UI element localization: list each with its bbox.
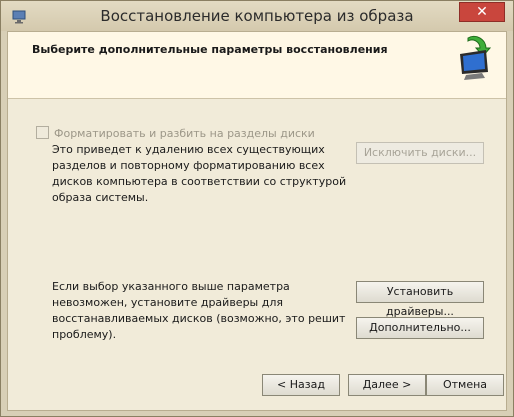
format-disks-option: Форматировать и разбить на разделы диски (36, 126, 315, 140)
format-disks-checkbox[interactable] (36, 126, 49, 139)
cancel-button[interactable]: Отмена (426, 374, 504, 396)
wizard-header: Выберите дополнительные параметры восста… (8, 32, 506, 99)
next-button[interactable]: Далее > (348, 374, 426, 396)
exclude-disks-button[interactable]: Исключить диски... (356, 142, 484, 164)
format-description: Это приведет к удалению всех существующи… (52, 143, 347, 204)
drivers-description: Если выбор указанного выше параметра нев… (52, 280, 346, 341)
format-disks-label: Форматировать и разбить на разделы диски (54, 127, 315, 140)
restore-wizard-window: Восстановление компьютера из образа ✕ Вы… (0, 0, 514, 417)
close-button[interactable]: ✕ (459, 2, 505, 22)
window-title: Восстановление компьютера из образа (100, 7, 414, 25)
page-title: Выберите дополнительные параметры восста… (32, 43, 388, 56)
title-bar[interactable]: Восстановление компьютера из образа ✕ (1, 1, 513, 31)
wizard-content: Выберите дополнительные параметры восста… (7, 31, 507, 411)
advanced-button[interactable]: Дополнительно... (356, 317, 484, 339)
back-button[interactable]: < Назад (262, 374, 340, 396)
monitor-restore-icon (460, 35, 492, 80)
install-drivers-button[interactable]: Установить драйверы... (356, 281, 484, 318)
